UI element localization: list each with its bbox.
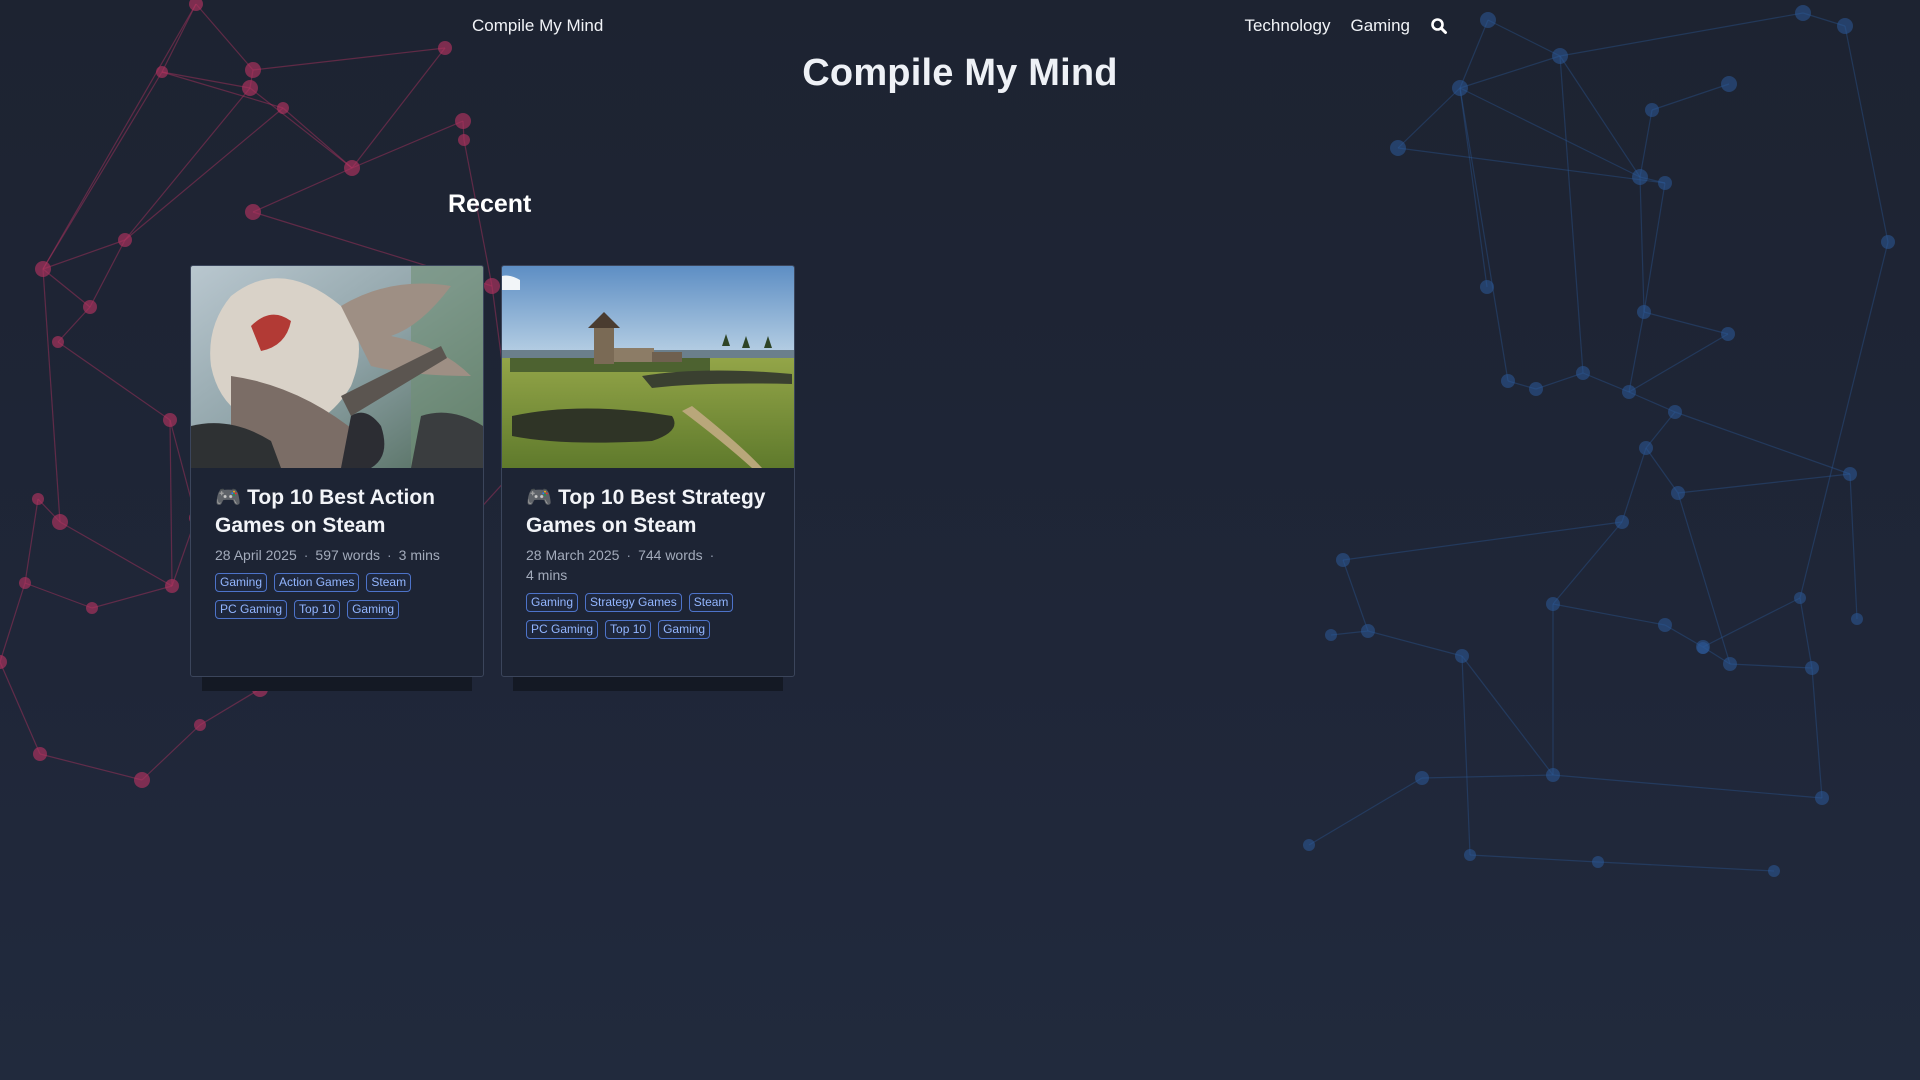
post-title[interactable]: 🎮 Top 10 Best Action Games on Steam — [215, 484, 459, 540]
brand-link[interactable]: Compile My Mind — [472, 16, 603, 36]
post-card[interactable]: 🎮 Top 10 Best Strategy Games on Steam 28 … — [501, 265, 795, 677]
post-card[interactable]: 🎮 Top 10 Best Action Games on Steam 28 Ap… — [190, 265, 484, 677]
post-meta: 28 April 2025 · 597 words · 3 mins — [215, 547, 440, 563]
post-card-list: 🎮 Top 10 Best Action Games on Steam 28 Ap… — [190, 265, 795, 691]
card-shadow — [513, 677, 783, 691]
section-heading-recent: Recent — [448, 190, 532, 218]
nav-links: Technology Gaming — [1244, 16, 1448, 36]
tag-top-10[interactable]: Top 10 — [605, 620, 652, 639]
top-navigation: Compile My Mind Technology Gaming — [0, 0, 1920, 52]
post-tags: Gaming Action Games Steam PC Gaming Top … — [215, 573, 459, 619]
post-word-count: 744 words — [638, 547, 703, 563]
nav-link-technology[interactable]: Technology — [1244, 16, 1330, 36]
search-icon[interactable] — [1430, 17, 1448, 35]
tag-pc-gaming[interactable]: PC Gaming — [215, 600, 288, 619]
nav-link-gaming[interactable]: Gaming — [1350, 16, 1410, 36]
tag-steam[interactable]: Steam — [366, 573, 412, 592]
post-thumbnail-image[interactable] — [191, 266, 483, 468]
post-card-wrapper: 🎮 Top 10 Best Strategy Games on Steam 28 … — [501, 265, 795, 691]
tag-pc-gaming[interactable]: PC Gaming — [526, 620, 599, 639]
gamepad-icon: 🎮 — [215, 486, 242, 509]
tag-strategy-games[interactable]: Strategy Games — [585, 593, 682, 612]
tag-gaming[interactable]: Gaming — [658, 620, 711, 639]
post-date: 28 March 2025 — [526, 547, 620, 563]
post-meta: 28 March 2025 · 744 words · 4 mins — [526, 547, 715, 583]
gamepad-icon: 🎮 — [526, 486, 553, 509]
post-title[interactable]: 🎮 Top 10 Best Strategy Games on Steam — [526, 484, 770, 540]
post-tags: Gaming Strategy Games Steam PC Gaming To… — [526, 593, 770, 639]
card-shadow — [202, 677, 472, 691]
post-thumbnail-image[interactable] — [502, 266, 794, 468]
tag-gaming[interactable]: Gaming — [526, 593, 579, 612]
tag-action-games[interactable]: Action Games — [274, 573, 360, 592]
post-read-time: 3 mins — [398, 547, 440, 563]
tag-steam[interactable]: Steam — [688, 593, 734, 612]
tag-gaming[interactable]: Gaming — [347, 600, 400, 619]
post-card-wrapper: 🎮 Top 10 Best Action Games on Steam 28 Ap… — [190, 265, 484, 691]
tag-gaming[interactable]: Gaming — [215, 573, 268, 592]
post-word-count: 597 words — [315, 547, 380, 563]
post-read-time: 4 mins — [526, 567, 568, 583]
post-date: 28 April 2025 — [215, 547, 297, 563]
tag-top-10[interactable]: Top 10 — [294, 600, 341, 619]
site-title: Compile My Mind — [802, 52, 1118, 94]
